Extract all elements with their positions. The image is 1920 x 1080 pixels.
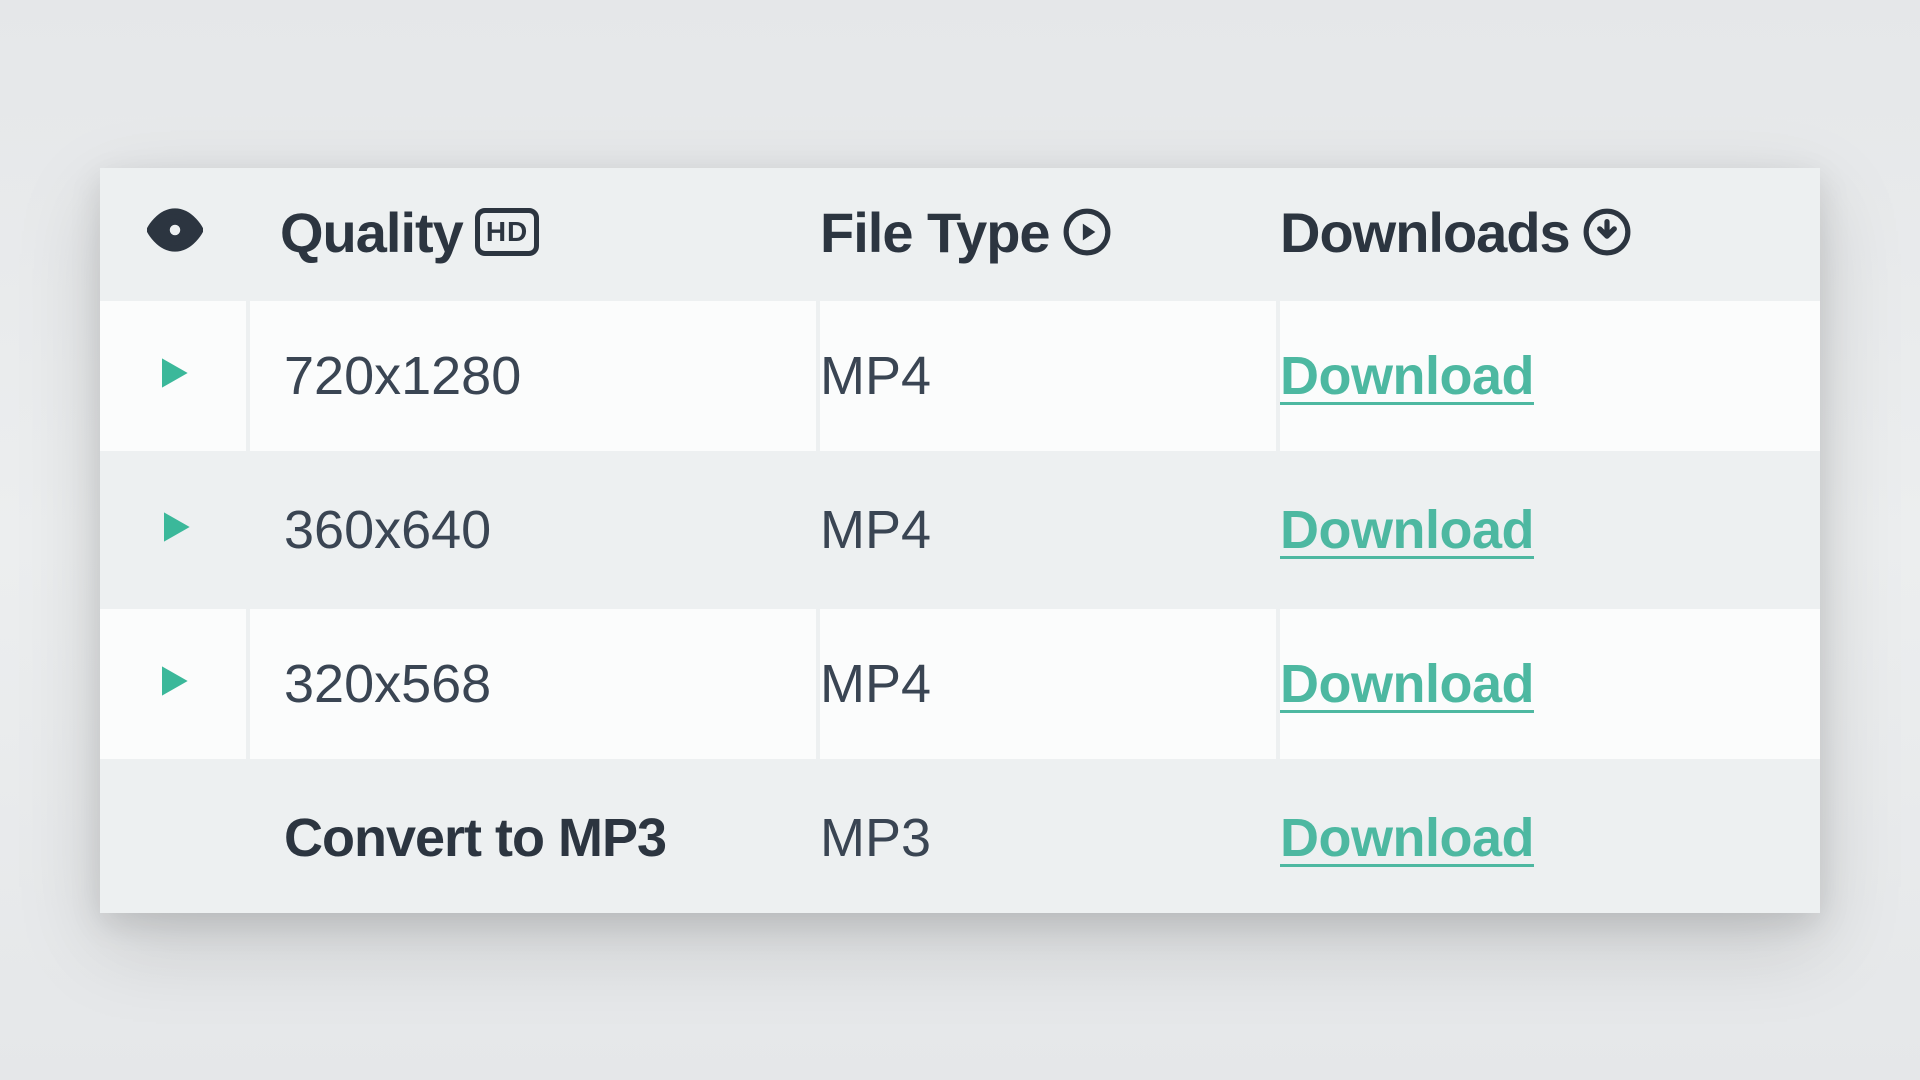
eye-icon <box>147 202 203 263</box>
filetype-value: MP3 <box>820 807 931 869</box>
quality-cell: 360x640 <box>250 455 820 605</box>
download-link[interactable]: Download <box>1280 653 1534 715</box>
table-row: Convert to MP3 MP3 Download <box>100 759 1820 913</box>
play-cell <box>100 455 250 605</box>
header-quality-column: Quality HD <box>250 200 820 265</box>
header-downloads-column: Downloads <box>1280 200 1820 265</box>
download-cell: Download <box>1280 455 1820 605</box>
play-cell <box>100 301 250 451</box>
quality-value: 360x640 <box>284 499 491 561</box>
filetype-cell: MP4 <box>820 455 1280 605</box>
table-row: 320x568 MP4 Download <box>100 605 1820 759</box>
table-row: 720x1280 MP4 Download <box>100 297 1820 451</box>
play-circle-icon <box>1062 207 1112 257</box>
play-cell <box>100 763 250 913</box>
quality-cell: 720x1280 <box>250 301 820 451</box>
play-icon[interactable] <box>153 505 197 554</box>
download-link[interactable]: Download <box>1280 499 1534 561</box>
header-quality-label: Quality <box>280 200 463 265</box>
header-filetype-label: File Type <box>820 200 1050 265</box>
play-icon[interactable] <box>151 351 195 400</box>
download-link[interactable]: Download <box>1280 345 1534 407</box>
quality-cell: Convert to MP3 <box>250 763 820 913</box>
filetype-value: MP4 <box>820 653 931 715</box>
filetype-value: MP4 <box>820 499 931 561</box>
download-cell: Download <box>1280 763 1820 913</box>
download-circle-icon <box>1582 207 1632 257</box>
filetype-cell: MP4 <box>820 609 1280 759</box>
filetype-cell: MP3 <box>820 763 1280 913</box>
quality-value: Convert to MP3 <box>284 807 666 869</box>
quality-value: 720x1280 <box>284 345 521 407</box>
download-link[interactable]: Download <box>1280 807 1534 869</box>
play-icon[interactable] <box>151 659 195 708</box>
play-cell <box>100 609 250 759</box>
header-filetype-column: File Type <box>820 200 1280 265</box>
download-cell: Download <box>1280 301 1820 451</box>
header-downloads-label: Downloads <box>1280 200 1570 265</box>
download-cell: Download <box>1280 609 1820 759</box>
hd-badge-icon: HD <box>475 208 539 256</box>
quality-cell: 320x568 <box>250 609 820 759</box>
table-header-row: Quality HD File Type Downloads <box>100 168 1820 297</box>
header-preview-column <box>100 202 250 263</box>
filetype-cell: MP4 <box>820 301 1280 451</box>
table-row: 360x640 MP4 Download <box>100 451 1820 605</box>
download-options-table: Quality HD File Type Downloads <box>100 168 1820 913</box>
filetype-value: MP4 <box>820 345 931 407</box>
quality-value: 320x568 <box>284 653 491 715</box>
